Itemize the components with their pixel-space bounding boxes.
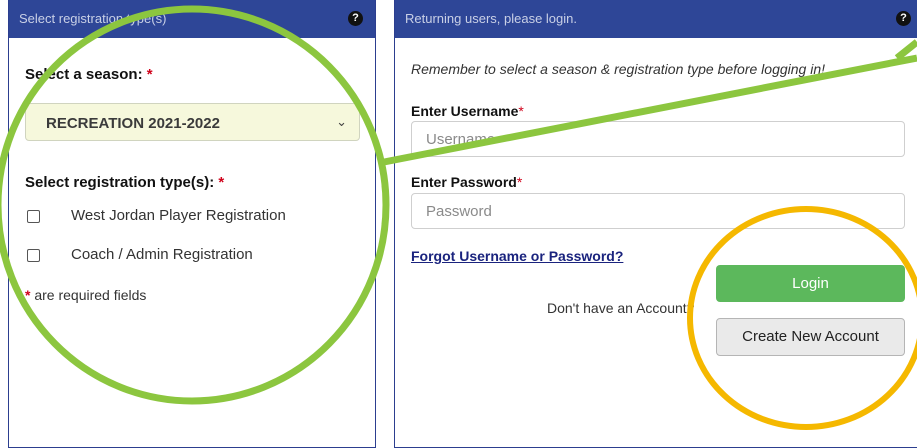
required-asterisk: * [518, 103, 524, 119]
season-label-text: Select a season: [25, 66, 143, 83]
required-asterisk: * [218, 174, 225, 191]
username-input[interactable]: Username [411, 121, 905, 157]
required-fields-note-text: are required fields [34, 287, 147, 303]
password-placeholder: Password [426, 203, 492, 220]
registration-types-label: Select registration type(s): * [25, 174, 224, 191]
player-registration-label[interactable]: West Jordan Player Registration [71, 207, 286, 224]
forgot-credentials-link[interactable]: Forgot Username or Password? [411, 248, 623, 264]
login-panel: Returning users, please login. ? Remembe… [394, 0, 917, 448]
username-label: Enter Username* [411, 103, 524, 119]
coach-registration-checkbox[interactable] [27, 249, 40, 262]
password-label-text: Enter Password [411, 174, 517, 190]
password-input[interactable]: Password [411, 193, 905, 229]
registration-panel-header: Select registration type(s) ? [9, 0, 375, 38]
login-panel-title: Returning users, please login. [405, 11, 577, 26]
season-selected-value: RECREATION 2021-2022 [46, 115, 220, 132]
required-asterisk: * [25, 287, 31, 303]
help-icon[interactable]: ? [896, 11, 911, 26]
password-label: Enter Password* [411, 174, 522, 190]
registration-types-label-text: Select registration type(s): [25, 174, 215, 191]
chevron-down-icon: ⌄ [336, 114, 347, 129]
required-asterisk: * [146, 66, 153, 83]
player-registration-checkbox[interactable] [27, 210, 40, 223]
username-label-text: Enter Username [411, 103, 519, 119]
season-select[interactable]: RECREATION 2021-2022 ⌄ [25, 103, 360, 141]
required-asterisk: * [516, 174, 523, 190]
registration-type-panel: Select registration type(s) ? Select a s… [8, 0, 376, 448]
help-icon[interactable]: ? [348, 11, 363, 26]
username-placeholder: Username [426, 131, 496, 148]
create-account-button[interactable]: Create New Account [716, 318, 905, 356]
season-label: Select a season: * [25, 66, 153, 83]
login-reminder: Remember to select a season & registrati… [411, 61, 826, 77]
coach-registration-label[interactable]: Coach / Admin Registration [71, 246, 253, 263]
login-panel-header: Returning users, please login. ? [395, 0, 917, 38]
login-button[interactable]: Login [716, 265, 905, 302]
no-account-text: Don't have an Account? [547, 300, 695, 316]
required-fields-note: * are required fields [25, 287, 146, 303]
registration-panel-title: Select registration type(s) [19, 11, 167, 26]
